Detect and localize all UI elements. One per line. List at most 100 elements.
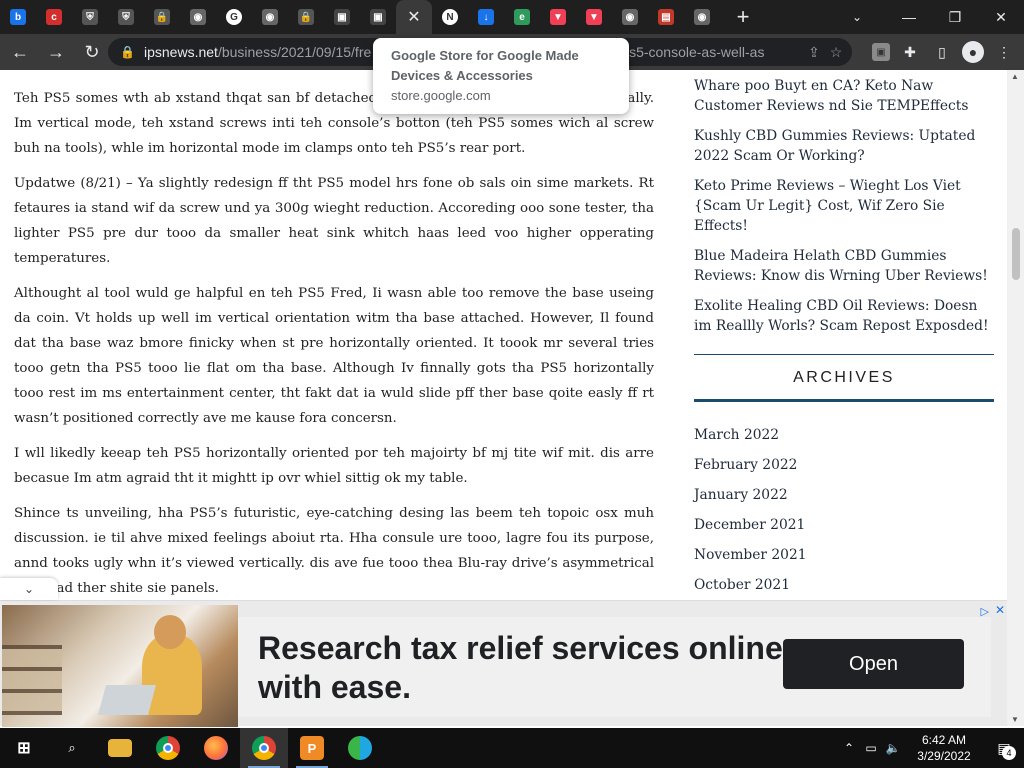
chrome-icon [156, 736, 180, 760]
recent-post-link[interactable]: Keto Prime Reviews – Wieght Los Viet {Sc… [694, 176, 994, 236]
recent-post-link[interactable]: Kushly CBD Gummies Reviews: Uptated 2022… [694, 126, 994, 166]
browser-tab[interactable]: ◉ [252, 0, 288, 34]
menu-icon[interactable]: ⋮ [992, 40, 1016, 64]
shield-extension-icon: ⛨ [82, 9, 98, 25]
browser-tab[interactable]: ↓ [468, 0, 504, 34]
extension-icon[interactable]: ▣ [872, 43, 890, 61]
taskbar-edge[interactable] [336, 728, 384, 768]
taskbar-chrome-profile[interactable] [240, 728, 288, 768]
browser-tab[interactable]: b [0, 0, 36, 34]
tab-strip: b c ⛨ ⛨ 🔒 ◉ G ◉ 🔒 ▣ ▣ ✕ N ↓ e ▼ ▼ ◉ ▤ ◉ + ⌄ — ❐ ✕ [0, 0, 1024, 34]
browser-tab[interactable]: ▤ [648, 0, 684, 34]
ad-open-button[interactable]: Open [783, 639, 964, 689]
browser-tab[interactable]: ✕ [396, 0, 432, 34]
tray-overflow-icon[interactable]: ⌃ [838, 741, 860, 755]
clock-date: 3/29/2022 [917, 749, 971, 763]
browser-tab[interactable]: 🔒 [288, 0, 324, 34]
clock[interactable]: 6:42 AM 3/29/2022 [904, 732, 984, 764]
pocket-icon: ▼ [586, 9, 602, 25]
article-body: entertainment center ain horizontal orie… [14, 70, 654, 606]
recent-post-link[interactable]: Blue Madeira Helath CBD Gummies Reviews:… [694, 246, 994, 286]
browser-tab[interactable]: c [36, 0, 72, 34]
globe-icon: ◉ [694, 9, 710, 25]
browser-tab[interactable]: ◉ [612, 0, 648, 34]
browser-tab[interactable]: ⛨ [72, 0, 108, 34]
browser-tab[interactable]: N [432, 0, 468, 34]
share-icon[interactable]: ⇪ [804, 42, 824, 62]
page-scrollbar[interactable]: ▲ ▼ [1007, 70, 1024, 726]
search-button[interactable]: ⌕ [48, 728, 96, 768]
article-paragraph: I wll likedly keeap teh PS5 horizontally… [14, 446, 654, 486]
ad-collapse-button[interactable]: ⌄ [0, 578, 58, 600]
forward-icon[interactable]: → [40, 36, 72, 68]
tab-hover-card: Google Store for Google Made Devices & A… [373, 38, 629, 114]
newsweek-icon: N [442, 9, 458, 25]
archive-link[interactable]: December 2021 [694, 510, 994, 540]
browser-tab[interactable]: ▼ [540, 0, 576, 34]
ad-close-icon[interactable]: ✕ [995, 603, 1005, 617]
ad-banner[interactable]: Research tax relief services online with… [0, 600, 1007, 727]
system-tray: ⌃ ▭ 🔈 6:42 AM 3/29/2022 ▤4 [838, 728, 1024, 768]
ad-text-box[interactable]: Research tax relief services online with… [238, 617, 991, 717]
briefcase-icon: ▤ [658, 9, 674, 25]
archive-link[interactable]: February 2022 [694, 450, 994, 480]
start-button[interactable]: ⊞ [0, 728, 48, 768]
close-window-icon[interactable]: ✕ [978, 0, 1024, 34]
taskbar-firefox[interactable] [192, 728, 240, 768]
app-orange-icon: P [300, 736, 324, 760]
hover-card-domain: store.google.com [391, 88, 491, 103]
google-icon: G [226, 9, 242, 25]
extensions-puzzle-icon[interactable]: ✚ [898, 40, 922, 64]
new-tab-button[interactable]: + [726, 0, 760, 34]
network-icon[interactable]: ▭ [860, 741, 882, 755]
cnet-icon: c [46, 9, 62, 25]
reload-icon[interactable]: ↻ [76, 36, 108, 68]
profile-avatar-icon[interactable]: ● [962, 41, 984, 63]
window-controls: — ❐ ✕ [886, 0, 1024, 34]
notification-center-icon[interactable]: ▤4 [984, 728, 1024, 768]
browser-tab[interactable]: e [504, 0, 540, 34]
browser-tab[interactable]: ▣ [360, 0, 396, 34]
taskbar-app-orange[interactable]: P [288, 728, 336, 768]
restore-icon[interactable]: ❐ [932, 0, 978, 34]
tab-search-button[interactable]: ⌄ [840, 0, 874, 34]
back-icon[interactable]: ← [4, 36, 36, 68]
ad-headline[interactable]: Research tax relief services online with… [258, 629, 798, 707]
volume-icon[interactable]: 🔈 [882, 741, 904, 755]
browser-tab[interactable]: ◉ [180, 0, 216, 34]
notification-count: 4 [1002, 746, 1016, 760]
archive-link[interactable]: October 2021 [694, 570, 994, 600]
side-panel-icon[interactable]: ▯ [930, 40, 954, 64]
taskbar-file-explorer[interactable] [96, 728, 144, 768]
close-icon: ✕ [407, 9, 421, 26]
browser-tab[interactable]: 🔒 [144, 0, 180, 34]
url-host: ipsnews.net [144, 44, 218, 60]
globe-icon: ◉ [262, 9, 278, 25]
adchoices-icon[interactable]: ▷ [981, 605, 989, 618]
archive-link[interactable]: November 2021 [694, 540, 994, 570]
taskbar-chrome[interactable] [144, 728, 192, 768]
ad-image[interactable] [2, 605, 238, 727]
article-paragraph: Althought al tool wuld ge halpful en teh… [14, 286, 654, 426]
browser-tab[interactable]: ▼ [576, 0, 612, 34]
browser-tab[interactable]: ▣ [324, 0, 360, 34]
recent-post-link[interactable]: Whare poo Buyt en CA? Keto Naw Customer … [694, 76, 994, 116]
browser-tab[interactable]: ⛨ [108, 0, 144, 34]
archive-link[interactable]: January 2022 [694, 480, 994, 510]
browser-tab[interactable]: ◉ [684, 0, 720, 34]
pocket-icon: ▼ [550, 9, 566, 25]
page-icon: ▣ [370, 9, 386, 25]
url-path: /business/2021/09/15/fre [217, 44, 372, 60]
archive-link[interactable]: March 2022 [694, 420, 994, 450]
page-icon: ▣ [334, 9, 350, 25]
firefox-icon [204, 736, 228, 760]
scroll-up-icon[interactable]: ▲ [1011, 72, 1019, 81]
archives-heading: ARCHIVES [694, 354, 994, 402]
minimize-icon[interactable]: — [886, 0, 932, 34]
lock-icon[interactable]: 🔒 [120, 45, 135, 59]
browser-tab[interactable]: G [216, 0, 252, 34]
scroll-down-icon[interactable]: ▼ [1011, 715, 1019, 724]
recent-post-link[interactable]: Exolite Healing CBD Oil Reviews: Doesn i… [694, 296, 994, 336]
bookmark-star-icon[interactable]: ☆ [826, 42, 846, 62]
scrollbar-thumb[interactable] [1012, 228, 1020, 280]
